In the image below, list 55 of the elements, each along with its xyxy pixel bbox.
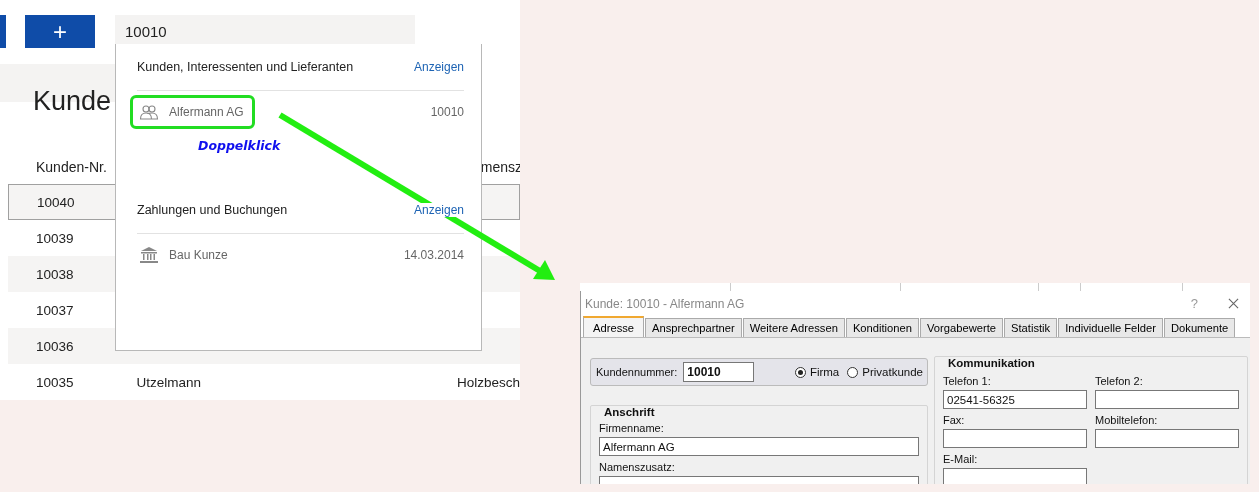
input-field[interactable] (943, 468, 1087, 484)
table-cell-text: 10037 (35, 302, 75, 318)
result-entry[interactable]: Alfermann AG (130, 95, 255, 129)
radio-button[interactable] (794, 366, 806, 378)
bank-icon (139, 246, 159, 264)
group-title: Kommunikation (946, 357, 1037, 369)
input-field[interactable] (943, 429, 1087, 448)
radio-label: Privatkunde (862, 366, 923, 378)
radio-button[interactable] (847, 366, 859, 378)
show-link[interactable]: Anzeigen (413, 203, 464, 217)
result-value: 14.03.2014 (403, 248, 464, 262)
input-field[interactable]: 10010 (683, 362, 755, 382)
close-icon[interactable] (1228, 298, 1239, 309)
field-label: Telefon 1: (943, 375, 992, 387)
group-title: Anschrift (602, 406, 657, 418)
section-title: Zahlungen und Buchungen (137, 203, 288, 217)
tab[interactable]: Ansprechpartner (645, 318, 742, 337)
input-field[interactable]: 02541-56325 (943, 390, 1087, 409)
annotation-text: Doppelklick (197, 137, 282, 155)
field-label: Namenszusatz: (599, 461, 676, 473)
input-field[interactable] (1095, 429, 1239, 448)
window-title: Kunde: 10010 - Alfermann AG (585, 296, 746, 311)
table-cell-text: 10035 (35, 374, 75, 390)
people-icon (139, 103, 159, 121)
tab[interactable]: Dokumente (1164, 318, 1236, 337)
table-cell-text: 10038 (35, 266, 75, 282)
field-label: E-Mail: (943, 453, 979, 465)
input-field[interactable] (1095, 390, 1239, 409)
section-title: Kunden, Interessenten und Lieferanten (137, 60, 354, 74)
table-cell: Utzelmann (136, 374, 202, 390)
field-label: Fax: (943, 414, 966, 426)
add-button[interactable]: + (25, 15, 95, 48)
tab[interactable]: Individuelle Felder (1058, 318, 1163, 337)
show-link[interactable]: Anzeigen (413, 60, 464, 74)
tab[interactable]: Vorgabewerte (920, 318, 1004, 337)
input-field[interactable]: Alfermann AG (599, 437, 919, 456)
table-row[interactable]: 10035 Utzelmann Holzbesch (8, 364, 520, 400)
result-entry[interactable]: Bau Kunze (130, 238, 239, 272)
result-name: Alfermann AG (169, 105, 244, 119)
tab[interactable]: Weitere Adressen (742, 318, 845, 337)
table-cell: Holzbesch (456, 374, 520, 390)
field-label: Kundennummer: (596, 366, 678, 378)
field-label: Firmenname: (599, 422, 665, 434)
result-value: 10010 (430, 105, 464, 119)
field-label: Telefon 2: (1095, 375, 1144, 387)
tab[interactable]: Adresse (583, 316, 645, 337)
table-cell-text: 10036 (35, 338, 75, 354)
tab[interactable]: Statistik (1004, 318, 1058, 337)
table-cell-text: 10040 (36, 194, 76, 210)
page-title: Kunde (33, 86, 112, 117)
result-name: Bau Kunze (169, 248, 228, 262)
column-header: Kunden-Nr. (35, 158, 108, 175)
radio-label: Firma (809, 366, 840, 378)
field-label: Mobiltelefon: (1095, 414, 1159, 426)
tab[interactable]: Konditionen (845, 318, 919, 337)
